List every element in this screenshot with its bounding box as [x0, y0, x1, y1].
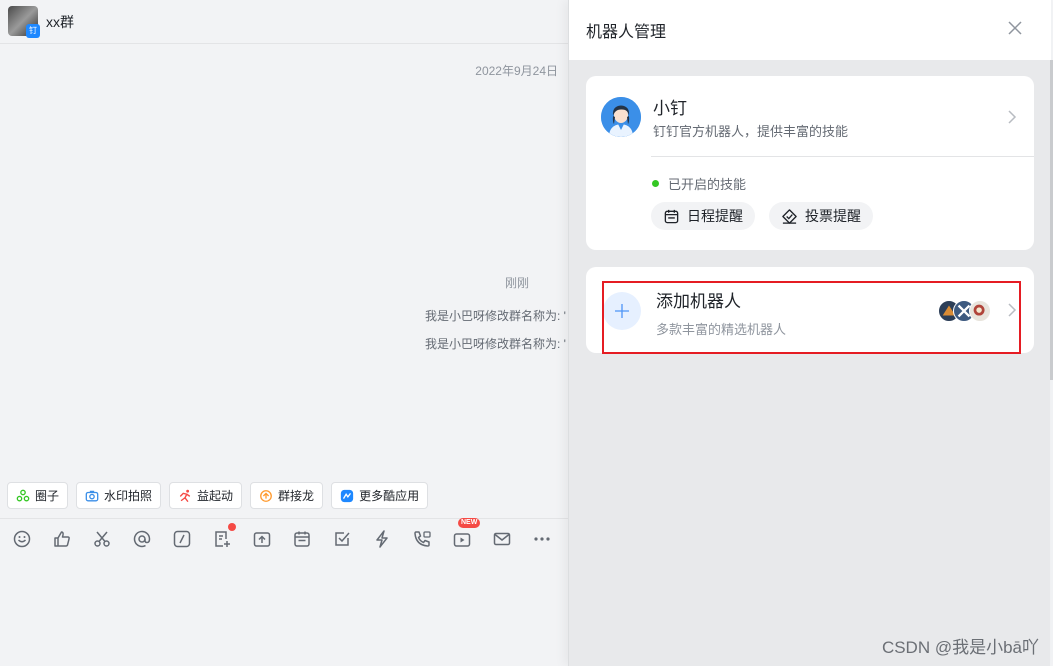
mention-button[interactable] — [132, 528, 172, 550]
todo-button[interactable] — [332, 528, 372, 550]
app-label: 群接龙 — [278, 489, 315, 503]
cool-apps-bar: 圈子 水印拍照 益起动 群接龙 更多酷应用 — [7, 482, 429, 509]
upload-icon — [253, 532, 271, 547]
card-divider — [651, 156, 1034, 157]
camera-icon — [85, 490, 99, 501]
date-divider: 2022年9月24日 — [475, 64, 558, 78]
skill-label: 日程提醒 — [687, 208, 743, 224]
schedule-button[interactable] — [292, 528, 332, 550]
panel-title: 机器人管理 — [586, 24, 667, 41]
bot-description: 钉钉官方机器人，提供丰富的技能 — [653, 124, 849, 139]
more-button[interactable] — [532, 528, 572, 550]
more-icon — [534, 537, 550, 541]
bot-card: 小钉 钉钉官方机器人，提供丰富的技能 已开启的技能 日程提醒 投票提醒 — [586, 76, 1034, 250]
bot-avatar — [601, 97, 641, 137]
app-label: 益起动 — [197, 489, 234, 503]
call-button[interactable] — [412, 528, 452, 550]
circle-icon — [16, 489, 30, 501]
highlight-box — [602, 281, 1021, 354]
time-divider: 刚刚 — [505, 276, 530, 290]
system-message: 我是小巴呀修改群名称为: ' — [425, 309, 566, 323]
skills-label: 已开启的技能 — [652, 174, 746, 193]
thumb-up-icon — [54, 531, 70, 547]
group-avatar[interactable]: 钉 — [8, 6, 40, 38]
watermark: CSDN @我是小bā吖 — [881, 638, 1039, 657]
status-dot — [652, 180, 659, 187]
skills-label-text: 已开启的技能 — [668, 177, 747, 192]
live-button[interactable]: NEW — [452, 518, 492, 550]
skill-schedule-reminder[interactable]: 日程提醒 — [651, 202, 755, 230]
command-button[interactable] — [172, 528, 212, 550]
assistant-avatar-icon — [601, 97, 641, 137]
relay-icon — [260, 489, 272, 502]
scissors-icon — [94, 531, 110, 547]
app-yiqidong-button[interactable]: 益起动 — [169, 482, 243, 509]
like-button[interactable] — [52, 528, 92, 550]
chat-title[interactable]: xx群 — [46, 12, 74, 32]
mail-button[interactable] — [492, 528, 532, 550]
toolbar-divider — [0, 518, 568, 519]
new-badge: NEW — [458, 518, 481, 528]
more-apps-icon — [340, 489, 354, 502]
runner-icon — [179, 489, 191, 502]
app-label: 水印拍照 — [104, 489, 153, 503]
mail-icon — [493, 532, 511, 546]
skill-label: 投票提醒 — [805, 208, 861, 224]
todo-icon — [335, 532, 350, 546]
panel-header: 机器人管理 — [569, 0, 1051, 60]
chat-header: 钉 xx群 — [0, 0, 568, 44]
live-icon — [453, 533, 471, 547]
flash-icon — [376, 530, 388, 548]
skill-vote-reminder[interactable]: 投票提醒 — [769, 202, 873, 230]
app-more-button[interactable]: 更多酷应用 — [331, 482, 429, 509]
calendar-icon — [664, 209, 679, 223]
bot-name: 小钉 — [653, 99, 687, 118]
app-watermark-camera-button[interactable]: 水印拍照 — [76, 482, 162, 509]
input-toolbar: NEW — [12, 518, 572, 550]
upload-button[interactable] — [252, 528, 292, 550]
notification-dot — [228, 523, 236, 531]
chevron-right-icon — [1008, 110, 1017, 124]
app-label: 圈子 — [35, 489, 60, 503]
system-message: 我是小巴呀修改群名称为: ' — [425, 337, 566, 351]
doc-add-icon — [215, 531, 230, 547]
app-relay-button[interactable]: 群接龙 — [250, 482, 324, 509]
doc-button[interactable] — [212, 523, 252, 550]
calendar-icon — [294, 531, 310, 547]
app-circle-button[interactable]: 圈子 — [7, 482, 69, 509]
screenshot-button[interactable] — [92, 528, 132, 550]
app-label: 更多酷应用 — [359, 489, 420, 503]
robot-management-panel: 机器人管理 小钉 钉钉官方机器人，提供丰富的技能 已开启的技能 日程提醒 投票提… — [568, 0, 1053, 666]
at-icon — [133, 530, 151, 548]
dingtalk-badge: 钉 — [26, 24, 40, 38]
slash-command-icon — [173, 530, 191, 548]
close-icon[interactable] — [1005, 18, 1025, 38]
vote-icon — [782, 208, 797, 224]
emoji-icon — [13, 530, 31, 548]
flash-button[interactable] — [372, 528, 412, 550]
phone-icon — [414, 531, 431, 547]
chat-area: 钉 xx群 2022年9月24日 刚刚 我是小巴呀修改群名称为: ' 我是小巴呀… — [0, 0, 568, 666]
emoji-button[interactable] — [12, 528, 52, 550]
